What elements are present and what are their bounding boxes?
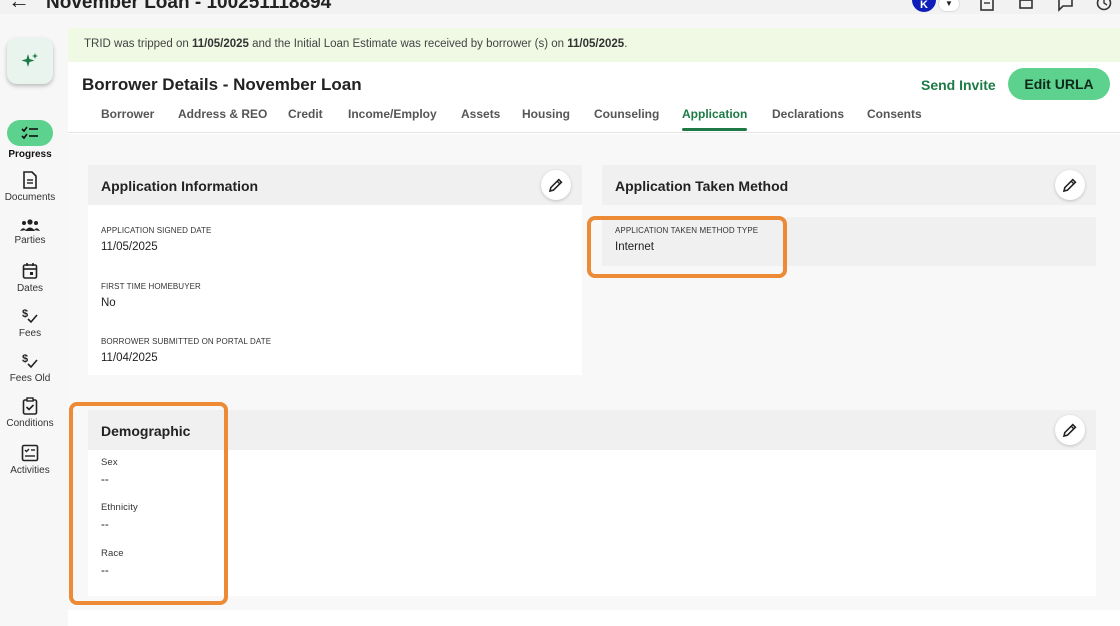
top-bar: ← November Loan - 1002511188​94 K ▼	[0, 0, 1120, 14]
document-icon	[23, 171, 37, 189]
pencil-icon	[1062, 423, 1077, 438]
user-avatar[interactable]: K	[912, 0, 936, 12]
ai-assistant-button[interactable]	[7, 38, 53, 84]
sidebar-item-label: Parties	[14, 235, 46, 246]
field-label: APPLICATION SIGNED DATE	[101, 226, 212, 235]
tab-borrower[interactable]: Borrower	[101, 107, 154, 121]
printer-icon[interactable]	[1017, 0, 1035, 12]
sidebar-item-label: Documents	[4, 192, 56, 203]
banner-date: 11/05/2025	[567, 38, 625, 50]
sidebar-item-fees[interactable]: $ Fees	[0, 307, 60, 339]
sidebar-item-label: Fees	[18, 328, 42, 339]
progress-checklist-icon	[21, 126, 38, 140]
checklist-box-icon	[21, 444, 39, 462]
clipboard-check-icon	[22, 397, 38, 415]
sidebar-item-documents[interactable]: Documents	[0, 171, 60, 203]
sidebar-item-conditions[interactable]: Conditions	[0, 397, 60, 429]
tab-income-employ[interactable]: Income/Employ	[348, 107, 437, 121]
edit-application-taken-method-button[interactable]	[1055, 170, 1085, 200]
tab-declarations[interactable]: Declarations	[772, 107, 844, 121]
tab-application[interactable]: Application	[682, 107, 748, 131]
application-information-body: APPLICATION SIGNED DATE 11/05/2025 FIRST…	[88, 205, 582, 375]
sidebar-item-activities[interactable]: Activities	[0, 444, 60, 476]
field-label: BORROWER SUBMITTED ON PORTAL DATE	[101, 337, 272, 346]
edit-demographic-button[interactable]	[1055, 415, 1085, 445]
sidebar-item-parties[interactable]: Parties	[0, 218, 60, 246]
sidebar-item-label: Conditions	[6, 418, 54, 429]
tab-bar: Borrower Address & REO Credit Income/Emp…	[68, 106, 1120, 133]
active-tab-indicator	[682, 128, 748, 131]
tab-counseling[interactable]: Counseling	[594, 107, 659, 121]
edit-application-information-button[interactable]	[541, 170, 571, 200]
account-menu-caret-icon[interactable]: ▼	[938, 0, 960, 12]
tab-address-reo[interactable]: Address & REO	[178, 107, 267, 121]
pencil-icon	[548, 178, 563, 193]
tab-housing[interactable]: Housing	[522, 107, 570, 121]
people-icon	[20, 219, 40, 231]
application-signed-date-field: APPLICATION SIGNED DATE 11/05/2025	[101, 226, 211, 253]
edit-urla-button[interactable]: Edit URLA	[1008, 68, 1110, 100]
svg-text:$: $	[22, 308, 28, 320]
dollar-check-icon: $	[22, 308, 38, 324]
sidebar-item-progress[interactable]: Progress	[0, 120, 60, 160]
field-value: 11/05/2025	[101, 241, 158, 253]
back-arrow-icon[interactable]: ←	[8, 0, 30, 14]
field-value: 11/04/2025	[101, 352, 158, 364]
tab-credit[interactable]: Credit	[288, 107, 323, 121]
dollar-check-icon: $	[22, 353, 38, 369]
field-value: No	[101, 297, 116, 309]
sidebar-item-dates[interactable]: Dates	[0, 262, 60, 294]
banner-date: 11/05/2025	[192, 38, 249, 50]
demographic-header: Demographic	[88, 410, 1096, 450]
calculator-icon[interactable]	[978, 0, 996, 12]
application-taken-method-header: Application Taken Method	[602, 165, 1096, 205]
left-sidebar: Progress Documents Parties Dates $ Fees …	[0, 14, 62, 626]
demographic-body: Sex -- Ethnicity -- Race --	[88, 450, 1096, 596]
portal-submitted-date-field: BORROWER SUBMITTED ON PORTAL DATE 11/04/…	[101, 337, 271, 364]
chat-icon[interactable]	[1056, 0, 1074, 12]
sidebar-item-label: Dates	[16, 283, 44, 294]
loan-title: November Loan - 1002511188​94	[46, 0, 332, 13]
tab-label: Application	[682, 107, 748, 121]
svg-text:$: $	[22, 353, 28, 365]
page-title: Borrower Details - November Loan	[82, 75, 362, 94]
send-invite-button[interactable]: Send Invite	[921, 77, 996, 93]
calendar-icon	[22, 263, 38, 279]
tab-consents[interactable]: Consents	[867, 107, 922, 121]
field-label: FIRST TIME HOMEBUYER	[101, 282, 201, 291]
application-information-header: Application Information	[88, 165, 582, 205]
tab-assets[interactable]: Assets	[461, 107, 500, 121]
first-time-homebuyer-field: FIRST TIME HOMEBUYER No	[101, 282, 201, 309]
section-title: Application Information	[101, 178, 259, 194]
sidebar-item-label: Fees Old	[9, 373, 51, 384]
sidebar-item-fees-old[interactable]: $ Fees Old	[0, 352, 60, 384]
pencil-icon	[1062, 178, 1077, 193]
highlight-box-taken-method	[587, 216, 787, 278]
history-icon[interactable]	[1095, 0, 1113, 12]
banner-text: .	[624, 38, 628, 50]
sparkle-icon	[21, 53, 38, 67]
highlight-box-demographic	[69, 402, 228, 605]
sidebar-item-label: Progress	[8, 149, 52, 160]
trid-banner: TRID was tripped on 11/05/2025 and the I…	[68, 28, 1120, 62]
page-header: Borrower Details - November Loan Send In…	[68, 62, 1120, 106]
sidebar-item-label: Activities	[10, 465, 50, 476]
banner-text: and the Initial Loan Estimate was receiv…	[248, 38, 568, 50]
banner-text: TRID was tripped on	[84, 38, 193, 50]
section-title: Application Taken Method	[615, 178, 789, 194]
